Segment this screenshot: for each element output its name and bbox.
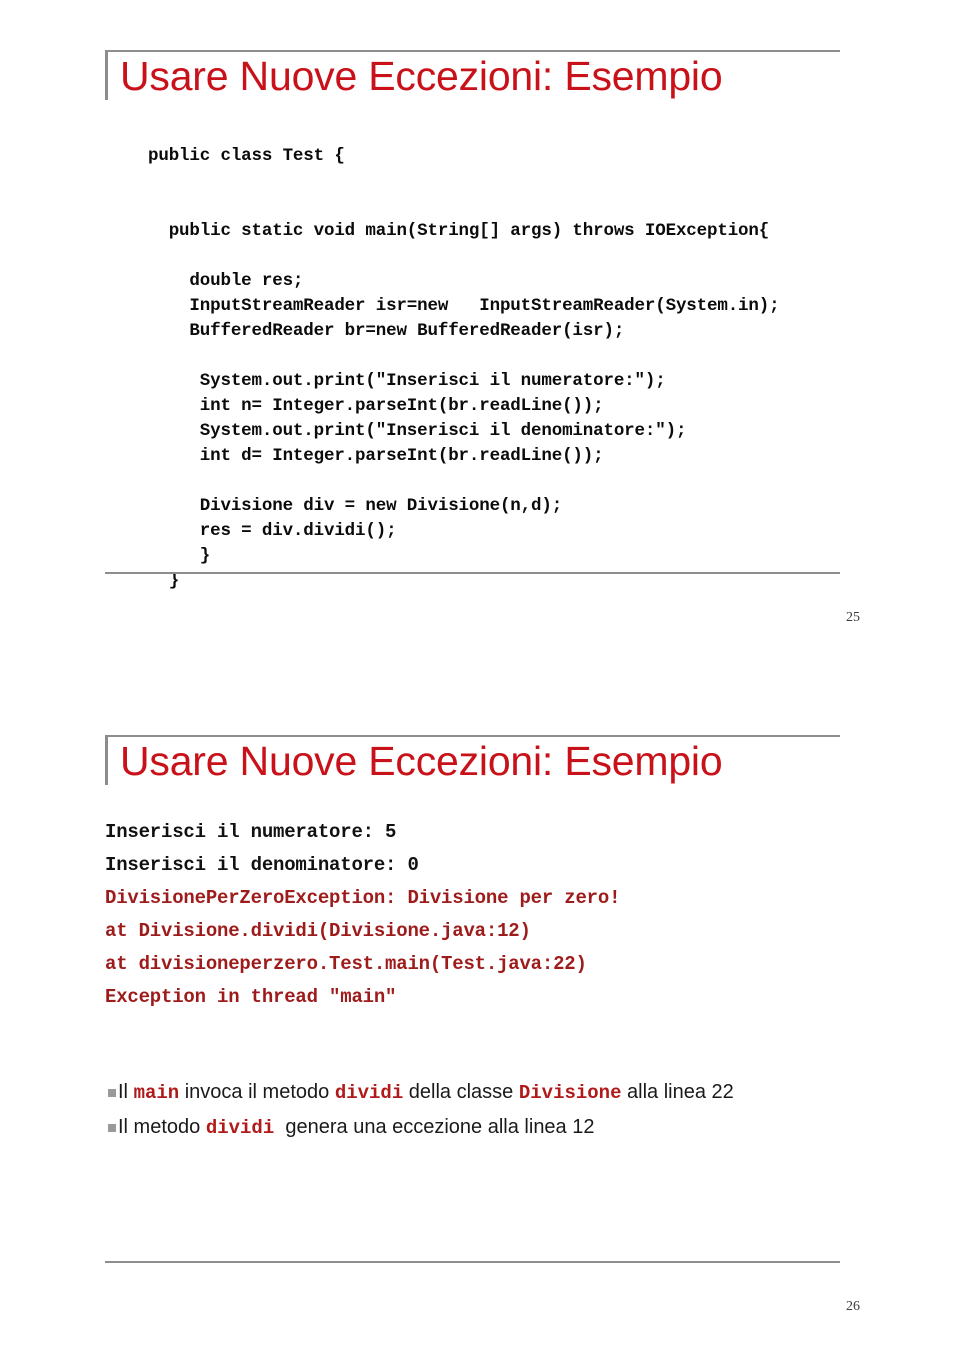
console-exception-line: at divisioneperzero.Test.main(Test.java:… xyxy=(105,953,587,975)
slide-1-footer-rule xyxy=(105,572,840,574)
java-code-block: public class Test { public static void m… xyxy=(148,144,780,594)
code-line: public static void main(String[] args) t… xyxy=(148,221,770,241)
square-bullet-icon xyxy=(108,1089,116,1097)
code-line: InputStreamReader isr=new InputStreamRea… xyxy=(148,296,780,316)
console-output-block: Inserisci il numeratore: 5 Inserisci il d… xyxy=(105,816,620,1014)
bullet-list: Il main invoca il metodo dividi della cl… xyxy=(108,1075,734,1145)
list-item-label: Il metodo dividi genera una eccezione al… xyxy=(118,1110,594,1145)
page-title: Usare Nuove Eccezioni: Esempio xyxy=(120,738,723,784)
slide-2: Usare Nuove Eccezioni: Esempio Inserisci… xyxy=(0,683,960,1367)
slide-1-page-number: 25 xyxy=(846,610,860,625)
inline-text: alla linea 22 xyxy=(621,1081,734,1103)
slide-2-page-number: 26 xyxy=(846,1299,860,1314)
inline-code: dividi xyxy=(334,1082,404,1104)
console-io-line: Inserisci il numeratore: 5 xyxy=(105,821,397,843)
code-line: System.out.print("Inserisci il denominat… xyxy=(148,421,687,441)
inline-text: Il metodo xyxy=(118,1116,206,1138)
console-exception-line: DivisionePerZeroException: Divisione per… xyxy=(105,887,621,909)
page-title: Usare Nuove Eccezioni: Esempio xyxy=(120,53,723,99)
inline-text: invoca il metodo xyxy=(179,1081,335,1103)
list-item: Il main invoca il metodo dividi della cl… xyxy=(108,1075,734,1110)
inline-code: main xyxy=(133,1082,180,1104)
list-item-label: Il main invoca il metodo dividi della cl… xyxy=(118,1075,734,1110)
code-line: int n= Integer.parseInt(br.readLine()); xyxy=(148,396,604,416)
code-line: Divisione div = new Divisione(n,d); xyxy=(148,496,563,516)
inline-text: Il xyxy=(118,1081,134,1103)
inline-code: Divisione xyxy=(518,1082,622,1104)
inline-text: genera una eccezione alla linea 12 xyxy=(274,1116,595,1138)
code-line: int d= Integer.parseInt(br.readLine()); xyxy=(148,446,604,466)
console-exception-line: Exception in thread "main" xyxy=(105,986,397,1008)
square-bullet-icon xyxy=(108,1124,116,1132)
title-row: Usare Nuove Eccezioni: Esempio xyxy=(105,737,723,786)
code-line: } xyxy=(148,546,211,566)
inline-text: della classe xyxy=(403,1081,519,1103)
console-exception-line: at Divisione.dividi(Divisione.java:12) xyxy=(105,920,531,942)
inline-code: dividi xyxy=(205,1117,275,1139)
code-line: res = div.dividi(); xyxy=(148,521,397,541)
code-line: public class Test { xyxy=(148,146,345,166)
title-row: Usare Nuove Eccezioni: Esempio xyxy=(105,52,723,101)
code-line: double res; xyxy=(148,271,304,291)
slide-1: Usare Nuove Eccezioni: Esempio public cl… xyxy=(0,0,960,683)
console-io-line: Inserisci il denominatore: 0 xyxy=(105,854,419,876)
list-item: Il metodo dividi genera una eccezione al… xyxy=(108,1110,734,1145)
slide-2-footer-rule xyxy=(105,1261,840,1263)
code-line: BufferedReader br=new BufferedReader(isr… xyxy=(148,321,625,341)
code-line: System.out.print("Inserisci il numerator… xyxy=(148,371,666,391)
